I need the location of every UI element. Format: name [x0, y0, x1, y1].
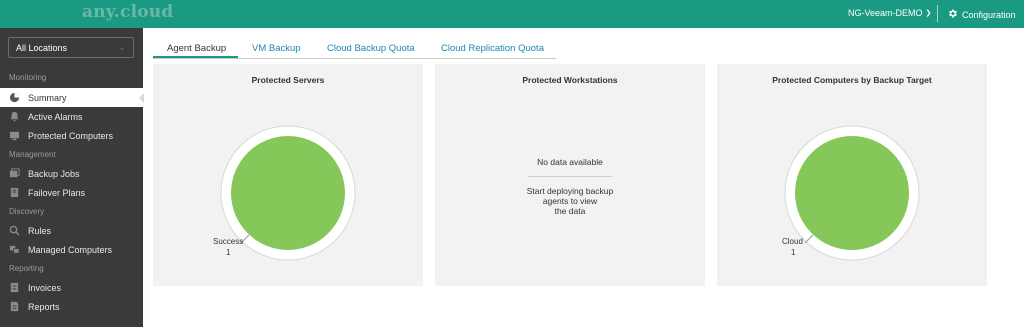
sidebar-item-label: Protected Computers — [28, 130, 114, 141]
sidebar-item-label: Failover Plans — [28, 187, 86, 198]
sidebar: All Locations ⌄ Monitoring Summary Activ… — [0, 28, 144, 327]
sidebar-item-label: Summary — [28, 92, 67, 103]
sidebar-item-label: Managed Computers — [28, 244, 113, 255]
backup-target-donut[interactable] — [783, 124, 921, 262]
location-select-value: All Locations — [16, 43, 68, 53]
sidebar-item-backup-jobs[interactable]: Backup Jobs — [0, 164, 143, 183]
configuration-button[interactable]: Configuration — [947, 8, 1016, 21]
sidebar-item-label: Active Alarms — [28, 111, 83, 122]
sidebar-item-label: Backup Jobs — [28, 168, 80, 179]
no-data-message: No data available — [537, 157, 603, 167]
top-bar: any.cloud NG-Veeam-DEMO ❯ Configuration — [0, 0, 1024, 28]
hint-line: Start deploying backup — [526, 186, 614, 196]
invoice-icon — [9, 282, 20, 293]
tab-vm-backup[interactable]: VM Backup — [252, 43, 301, 54]
cloud-value: 1 — [791, 248, 796, 257]
tenant-name: NG-Veeam-DEMO — [848, 8, 923, 18]
divider — [937, 5, 938, 22]
panel-title: Protected Computers by Backup Target — [772, 75, 932, 85]
chevron-down-icon: ❯ — [925, 10, 932, 17]
failover-icon — [9, 187, 20, 198]
sidebar-item-label: Reports — [28, 301, 60, 312]
section-monitoring: Monitoring — [9, 73, 47, 82]
sidebar-item-label: Rules — [28, 225, 52, 236]
panel-title: Protected Servers — [251, 75, 325, 85]
managed-computers-icon — [9, 244, 20, 255]
tab-agent-backup[interactable]: Agent Backup — [167, 43, 226, 54]
backup-jobs-icon — [9, 168, 20, 179]
cloud-segment[interactable] — [795, 136, 909, 250]
logo[interactable]: any.cloud — [82, 2, 173, 22]
hint-line: the data — [554, 206, 586, 216]
hint-line: agents to view — [542, 196, 598, 206]
sidebar-item-reports[interactable]: Reports — [0, 297, 143, 316]
tab-cloud-replication-quota[interactable]: Cloud Replication Quota — [441, 43, 544, 54]
sidebar-item-label: Invoices — [28, 282, 62, 293]
active-tab-indicator — [153, 56, 238, 58]
panel-title: Protected Workstations — [522, 75, 618, 85]
protected-servers-panel: Protected Servers Success 1 — [153, 64, 423, 286]
section-discovery: Discovery — [9, 207, 45, 216]
success-label: Success — [213, 237, 244, 246]
configuration-label: Configuration — [962, 9, 1016, 20]
sidebar-item-managed-computers[interactable]: Managed Computers — [0, 240, 143, 259]
sidebar-item-protected-computers[interactable]: Protected Computers — [0, 126, 143, 145]
deploy-hint: Start deploying backup agents to view th… — [435, 186, 705, 216]
tenant-dropdown[interactable]: NG-Veeam-DEMO ❯ — [848, 8, 931, 18]
sidebar-item-rules[interactable]: Rules — [0, 221, 143, 240]
protected-workstations-panel: Protected Workstations No data available… — [435, 64, 705, 286]
divider — [528, 176, 612, 177]
sidebar-item-failover-plans[interactable]: Failover Plans — [0, 183, 143, 202]
section-management: Management — [9, 150, 56, 159]
pie-chart-icon — [9, 92, 20, 103]
gear-icon — [947, 8, 958, 21]
rules-icon — [9, 225, 20, 236]
success-value: 1 — [226, 248, 231, 257]
sidebar-item-active-alarms[interactable]: Active Alarms — [0, 107, 143, 126]
sidebar-item-summary[interactable]: Summary — [0, 88, 144, 107]
tab-bar: Agent Backup VM Backup Cloud Backup Quot… — [153, 41, 556, 59]
report-icon — [9, 301, 20, 312]
tab-cloud-backup-quota[interactable]: Cloud Backup Quota — [327, 43, 415, 54]
section-reporting: Reporting — [9, 264, 44, 273]
computer-icon — [9, 130, 20, 141]
cloud-label: Cloud — [782, 237, 803, 246]
chevron-down-icon: ⌄ — [118, 42, 126, 52]
backup-target-panel: Protected Computers by Backup Target Clo… — [717, 64, 987, 286]
sidebar-item-invoices[interactable]: Invoices — [0, 278, 143, 297]
success-segment[interactable] — [231, 136, 345, 250]
location-select[interactable]: All Locations ⌄ — [8, 37, 134, 58]
bell-icon — [9, 111, 20, 122]
